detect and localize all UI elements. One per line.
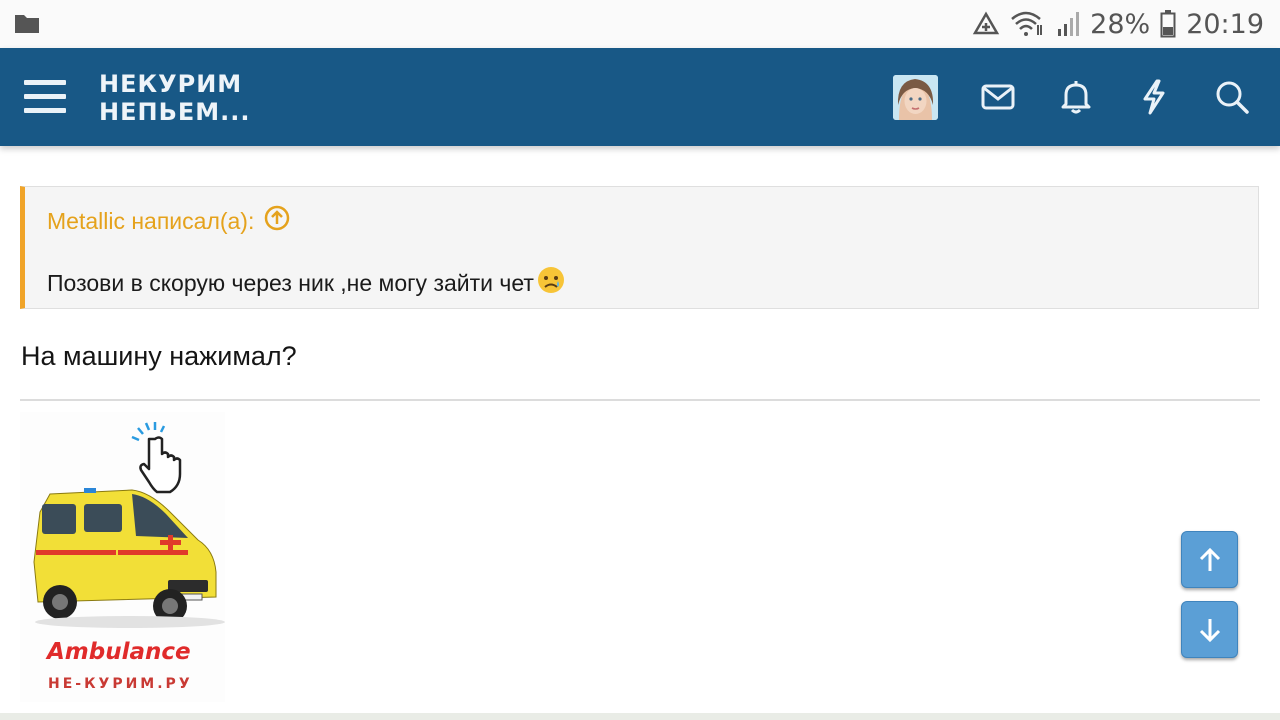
- logo-line-2: НЕПЬЕМ...: [99, 98, 251, 126]
- folder-icon: [14, 12, 40, 39]
- quote-author[interactable]: Metallic написал(а):: [47, 205, 290, 237]
- arrow-down-icon: [1199, 618, 1220, 642]
- mail-icon[interactable]: [975, 74, 1021, 120]
- quote-block: Metallic написал(а): Позови в скорую чер…: [20, 186, 1259, 309]
- quote-body-text: Позови в скорую через ник ,не могу зайти…: [47, 269, 534, 296]
- bottom-edge: [0, 713, 1280, 720]
- scroll-up-button[interactable]: [1181, 531, 1238, 588]
- scroll-down-button[interactable]: [1181, 601, 1238, 658]
- ambulance-label: Ambulance: [47, 639, 191, 665]
- lightning-icon[interactable]: [1131, 74, 1177, 120]
- ambulance-button-image[interactable]: Ambulance НЕ-КУРИМ.РУ: [20, 412, 225, 702]
- site-header: НЕКУРИМ НЕПЬЕМ...: [0, 48, 1280, 146]
- status-icons: 28% 20:19: [972, 6, 1264, 42]
- arrow-up-circle-icon[interactable]: [264, 205, 290, 237]
- data-saver-icon: [972, 11, 1000, 37]
- battery-percent: 28%: [1090, 8, 1151, 40]
- signal-icon: [1056, 11, 1080, 37]
- quote-body: Позови в скорую через ник ,не могу зайти…: [47, 265, 566, 301]
- logo-line-1: НЕКУРИМ: [99, 70, 243, 98]
- post-text: На машину нажимал?: [21, 341, 297, 371]
- wifi-icon: [1010, 11, 1046, 37]
- clock: 20:19: [1186, 8, 1264, 40]
- avatar[interactable]: [893, 75, 938, 120]
- search-icon[interactable]: [1209, 74, 1255, 120]
- status-bar: 28% 20:19: [0, 0, 1280, 48]
- arrow-up-icon: [1199, 547, 1220, 571]
- ambulance-sublabel: НЕ-КУРИМ.РУ: [48, 676, 193, 692]
- bell-icon[interactable]: [1053, 74, 1099, 120]
- battery-icon: [1160, 10, 1176, 38]
- site-logo[interactable]: НЕКУРИМ НЕПЬЕМ...: [99, 70, 251, 126]
- sad-emoji-icon: [536, 265, 566, 301]
- quote-title-text: Metallic написал(а):: [47, 207, 255, 234]
- menu-icon[interactable]: [22, 76, 68, 118]
- divider: [20, 399, 1260, 401]
